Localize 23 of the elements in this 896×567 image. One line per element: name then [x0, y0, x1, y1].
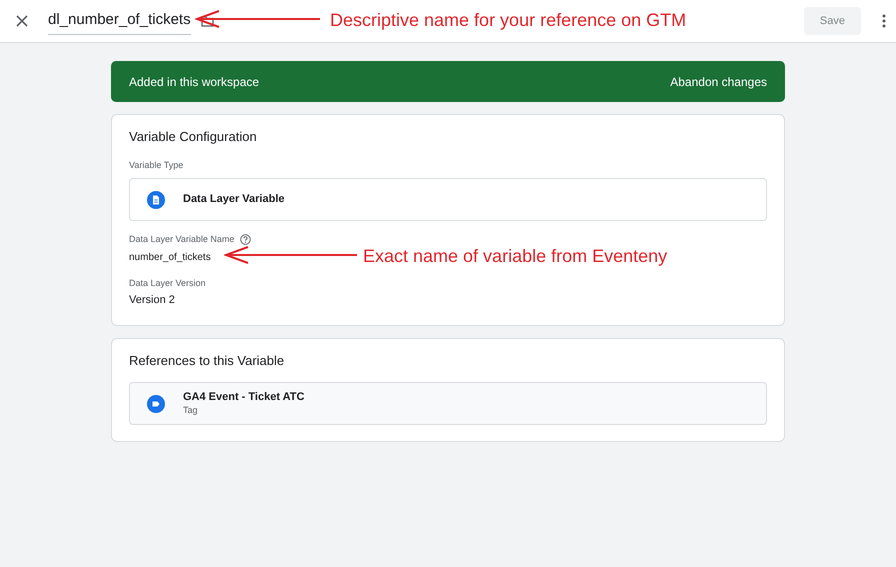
- field-label: Data Layer Variable Name: [129, 233, 234, 246]
- field-value: Version 2: [129, 293, 175, 308]
- variable-type-name: Data Layer Variable: [183, 192, 285, 208]
- card-heading: Variable Configuration: [129, 128, 258, 146]
- document-icon: [147, 190, 165, 208]
- close-icon[interactable]: [16, 15, 28, 27]
- field-label: Data Layer Version: [129, 276, 206, 290]
- annotation-text: Exact name of variable from Eventeny: [363, 245, 668, 268]
- reference-name: GA4 Event - Ticket ATC: [183, 391, 304, 405]
- card-heading: References to this Variable: [129, 352, 286, 370]
- folder-icon[interactable]: [200, 16, 214, 26]
- title-field[interactable]: dl_number_of_tickets: [48, 7, 191, 35]
- field-label: Variable Type: [129, 158, 184, 172]
- reference-type: Tag: [183, 404, 199, 416]
- field-value: number_of_tickets: [129, 250, 211, 264]
- abandon-changes-link[interactable]: Abandon changes: [670, 72, 767, 90]
- reference-item[interactable]: GA4 Event - Ticket ATC Tag: [129, 382, 767, 425]
- help-icon[interactable]: [240, 234, 252, 246]
- banner-message: Added in this workspace: [129, 74, 260, 90]
- more-icon[interactable]: [882, 14, 886, 28]
- tag-icon: [147, 394, 165, 412]
- variable-type-selector[interactable]: Data Layer Variable: [129, 178, 767, 221]
- annotation-text: Descriptive name for your reference on GTM: [330, 9, 686, 32]
